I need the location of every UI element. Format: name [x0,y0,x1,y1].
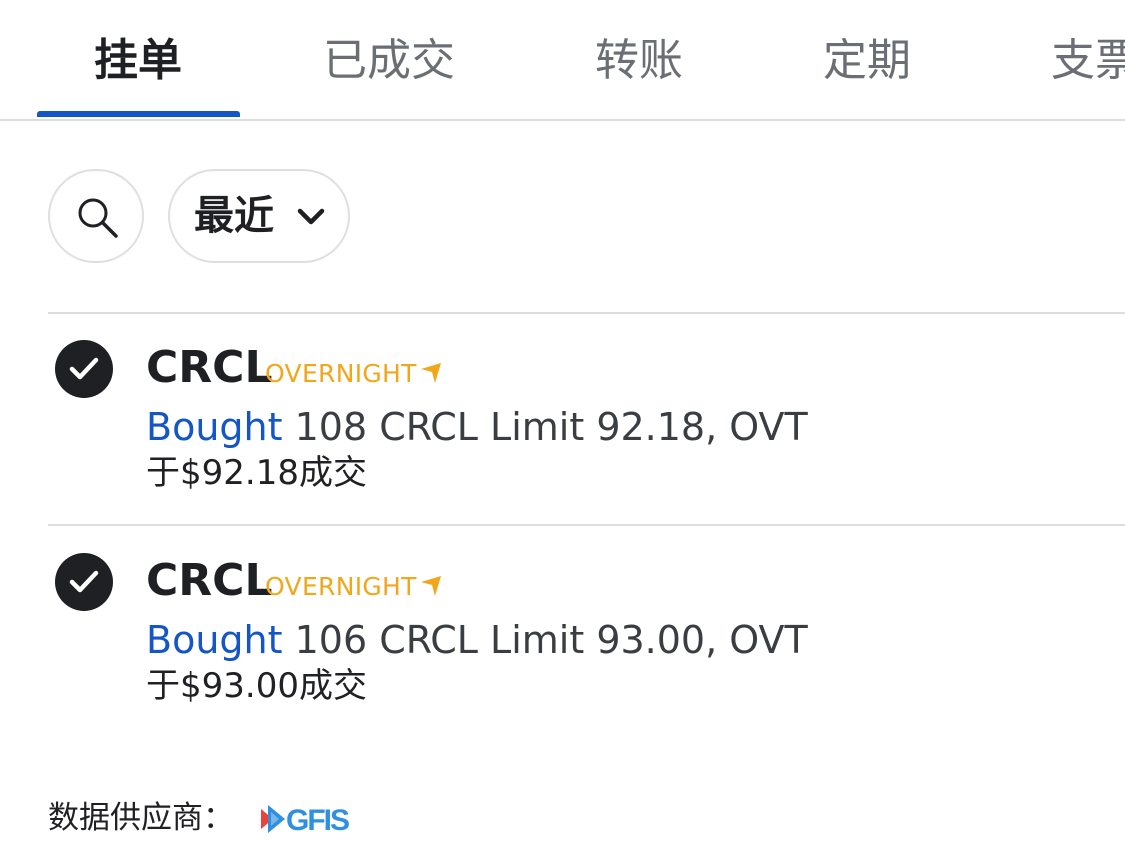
order-row[interactable]: CRCL OVERNIGHT Bought 108 CRCL Limit 92.… [0,313,1125,523]
tab-transfers[interactable]: 转账 [595,34,683,88]
tab-bar: 挂单 已成交 转账 定期 支票 [0,0,1125,121]
order-detail: 108 CRCL Limit 92.18, OVT [282,405,808,449]
order-description: Bought 108 CRCL Limit 92.18, OVT [146,403,808,451]
active-tab-indicator [37,111,240,117]
tab-filled[interactable]: 已成交 [323,34,455,88]
order-row[interactable]: CRCL OVERNIGHT Bought 106 CRCL Limit 93.… [0,526,1125,736]
check-circle-icon [55,340,113,398]
search-icon [78,198,118,238]
gfis-logo-text: GFIS [286,804,349,837]
location-arrow-icon [421,363,441,383]
order-description: Bought 106 CRCL Limit 93.00, OVT [146,616,808,664]
search-button[interactable] [48,169,144,263]
time-range-dropdown[interactable]: 最近 [168,169,350,263]
session-badge: OVERNIGHT [265,359,417,388]
tab-checks[interactable]: 支票 [1051,34,1125,88]
location-arrow-icon [421,576,441,596]
order-action: Bought [146,618,283,662]
fill-price: 于$92.18成交 [146,453,367,493]
time-range-label: 最近 [194,193,274,239]
tab-fixed-term[interactable]: 定期 [823,34,911,88]
gfis-logo: GFIS [261,804,351,837]
chevron-down-icon [297,208,325,225]
fill-price: 于$93.00成交 [146,666,367,706]
session-badge: OVERNIGHT [265,572,417,601]
data-provider-label: 数据供应商： [48,800,234,836]
tab-pending-orders[interactable]: 挂单 [94,34,182,88]
check-circle-icon [55,553,113,611]
order-symbol: CRCL [146,342,273,393]
order-detail: 106 CRCL Limit 93.00, OVT [282,618,808,662]
order-symbol: CRCL [146,555,273,606]
order-action: Bought [146,405,283,449]
